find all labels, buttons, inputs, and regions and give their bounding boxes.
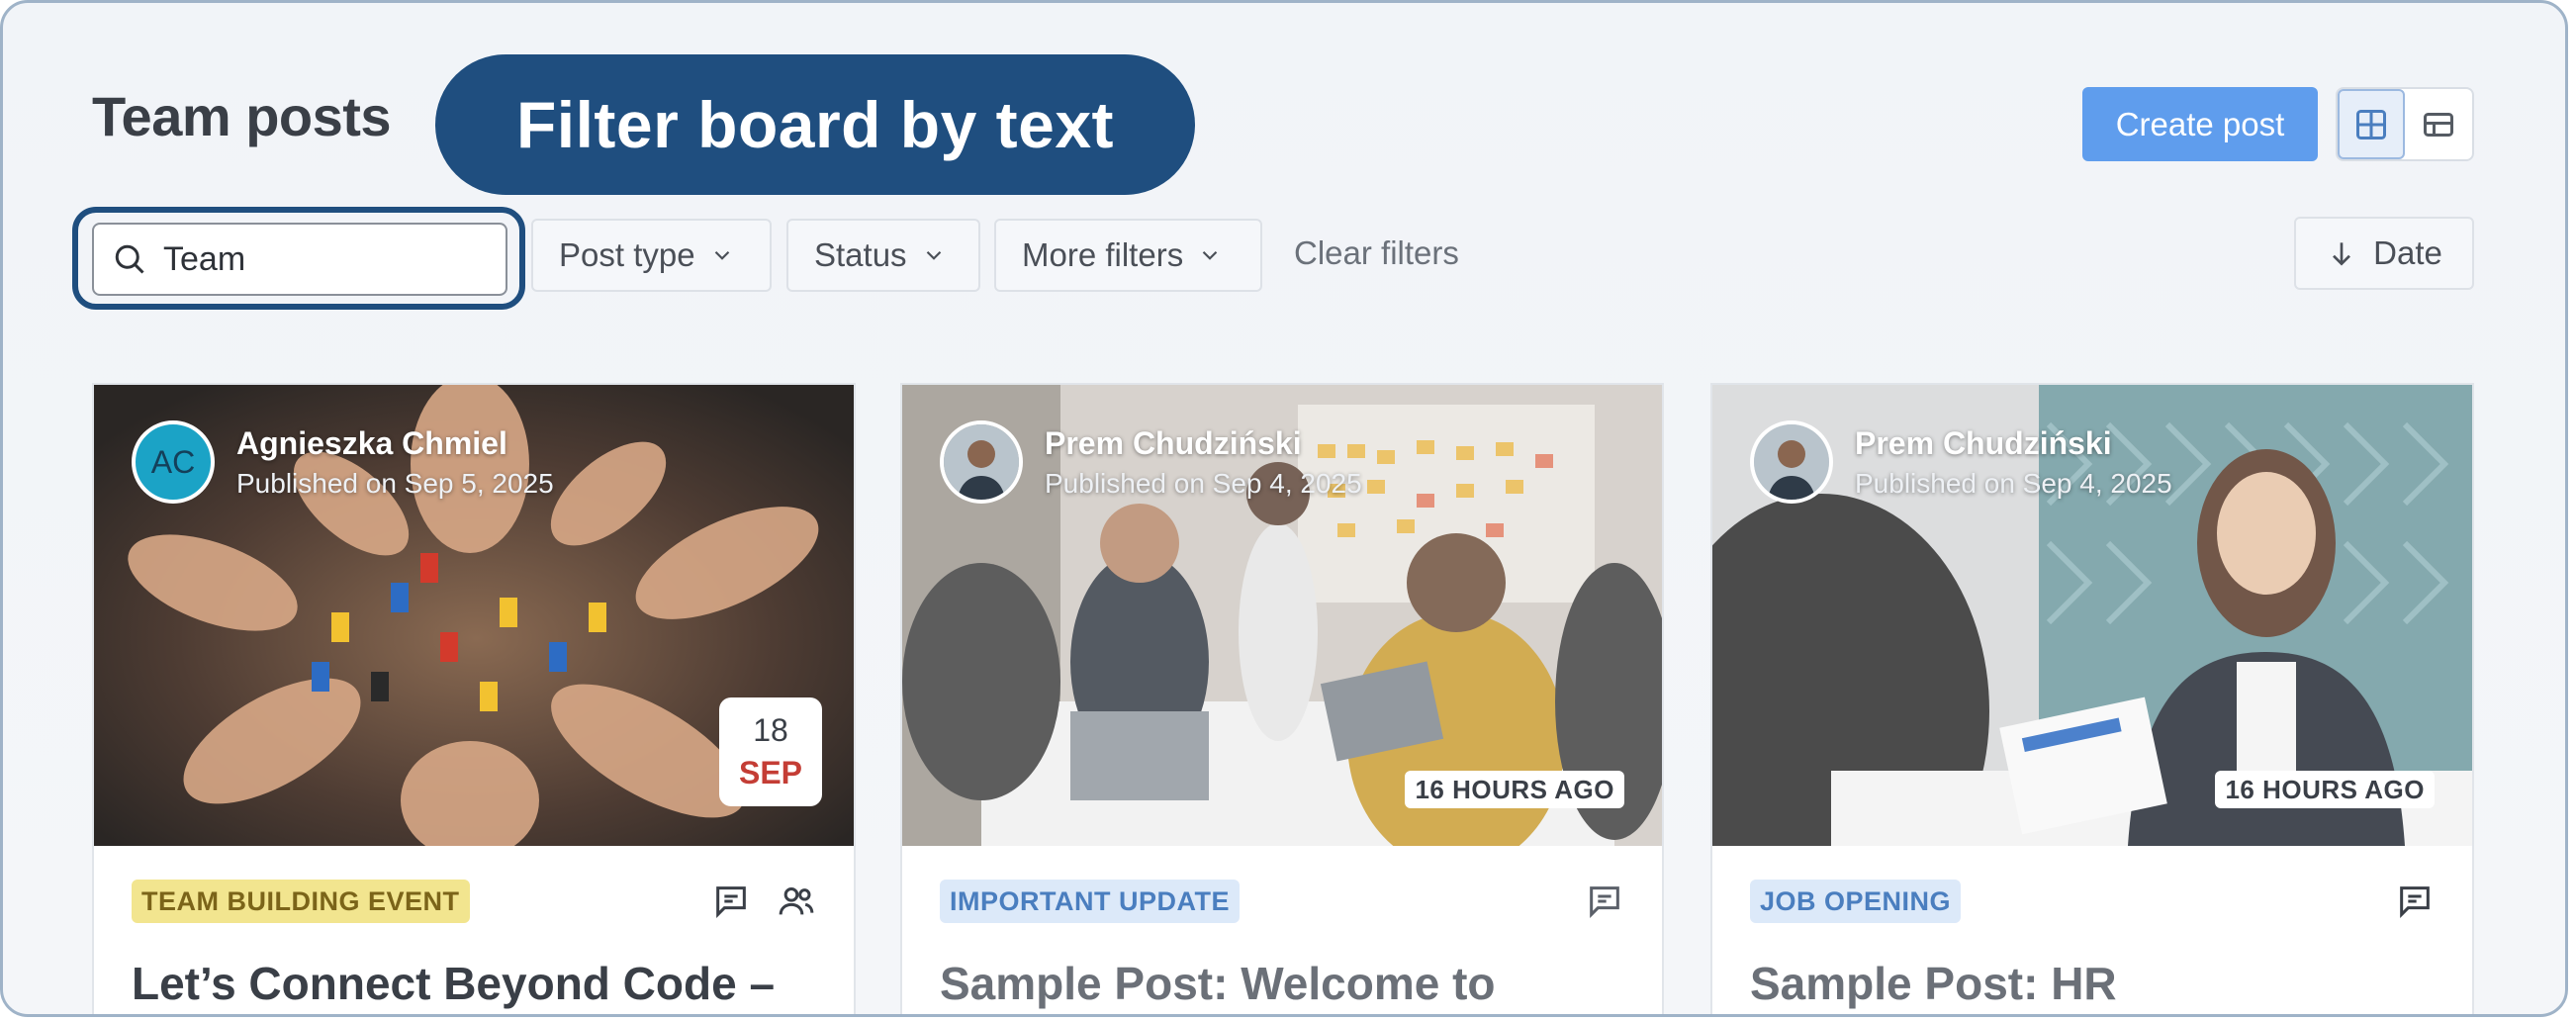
create-post-button[interactable]: Create post	[2082, 87, 2318, 161]
comment-icon[interactable]	[711, 882, 751, 921]
clear-filters-link[interactable]: Clear filters	[1294, 234, 1459, 272]
event-day: 18	[753, 712, 788, 748]
published-date: Published on Sep 5, 2025	[236, 467, 554, 499]
search-input-value: Team	[163, 239, 246, 278]
post-title[interactable]: Sample Post: Welcome to	[940, 957, 1496, 1010]
time-ago-badge: 16 HOURS AGO	[1405, 771, 1624, 808]
published-date: Published on Sep 4, 2025	[1855, 467, 2172, 499]
table-icon	[2424, 112, 2453, 137]
avatar	[940, 420, 1023, 504]
view-toggle	[2336, 87, 2474, 161]
post-card[interactable]: Prem Chudziński Published on Sep 4, 2025…	[1710, 383, 2474, 1014]
status-filter[interactable]: Status	[786, 219, 980, 292]
grid-icon	[2356, 109, 2386, 139]
sort-label: Date	[2373, 234, 2442, 271]
tutorial-callout: Filter board by text	[435, 54, 1195, 195]
sort-date-button[interactable]: Date	[2294, 217, 2474, 290]
grid-view-button[interactable]	[2338, 89, 2405, 159]
post-type-label: Post type	[559, 236, 695, 273]
author-name: Agnieszka Chmiel	[236, 424, 507, 461]
avatar: AC	[132, 420, 215, 504]
page-title: Team posts	[92, 85, 392, 147]
event-date-badge: 18 SEP	[719, 697, 822, 806]
chevron-down-icon	[714, 250, 729, 260]
search-input[interactable]: Team	[92, 223, 507, 296]
post-title[interactable]: Let’s Connect Beyond Code –	[132, 957, 775, 1010]
post-tag: TEAM BUILDING EVENT	[132, 880, 470, 923]
search-highlight: Team	[72, 207, 525, 310]
attendees-icon[interactable]	[777, 882, 816, 921]
avatar	[1750, 420, 1833, 504]
post-author: Prem Chudziński Published on Sep 4, 2025	[1750, 420, 2172, 504]
post-title[interactable]: Sample Post: HR	[1750, 957, 2117, 1010]
post-author: AC Agnieszka Chmiel Published on Sep 5, …	[132, 420, 554, 504]
chevron-down-icon	[1202, 250, 1218, 260]
status-label: Status	[814, 236, 907, 273]
author-name: Prem Chudziński	[1855, 424, 2112, 461]
more-filters-label: More filters	[1022, 236, 1184, 273]
more-filters-button[interactable]: More filters	[994, 219, 1262, 292]
time-ago-badge: 16 HOURS AGO	[2215, 771, 2435, 808]
search-icon	[115, 244, 144, 274]
chevron-down-icon	[926, 250, 941, 260]
post-author: Prem Chudziński Published on Sep 4, 2025	[940, 420, 1362, 504]
published-date: Published on Sep 4, 2025	[1045, 467, 1362, 499]
event-month: SEP	[738, 755, 803, 790]
post-card[interactable]: Prem Chudziński Published on Sep 4, 2025…	[900, 383, 1664, 1014]
post-type-filter[interactable]: Post type	[531, 219, 772, 292]
post-tag: IMPORTANT UPDATE	[940, 880, 1240, 923]
comment-icon[interactable]	[2395, 882, 2435, 921]
comment-icon[interactable]	[1585, 882, 1624, 921]
arrow-down-icon	[2333, 242, 2351, 266]
post-tag: JOB OPENING	[1750, 880, 1962, 923]
author-name: Prem Chudziński	[1045, 424, 1302, 461]
app-window: Team posts Filter board by text Create p…	[0, 0, 2568, 1017]
post-card[interactable]: AC Agnieszka Chmiel Published on Sep 5, …	[92, 383, 856, 1014]
table-view-button[interactable]	[2405, 89, 2472, 159]
